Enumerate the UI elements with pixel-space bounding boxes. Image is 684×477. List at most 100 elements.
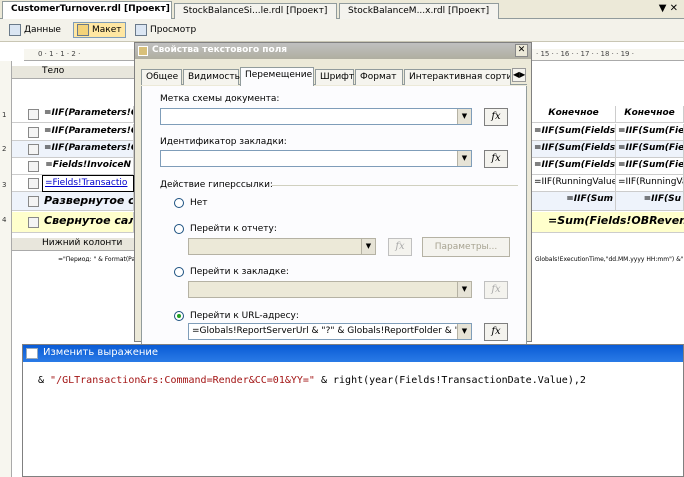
tab-stockbalance-matrix[interactable]: StockBalanceM...x.rdl [Проект] [339,3,499,19]
table-cell[interactable]: =IIF(Parameters!G [42,141,134,158]
footer-execution-time[interactable]: Globals!ExecutionTime,"dd.MM.yyyy HH:mm"… [535,256,684,263]
parameters-button[interactable]: Параметры... [422,237,510,257]
tab-scroll-icon[interactable]: ◀▶ [512,68,526,82]
tab-format[interactable]: Формат [355,69,403,85]
table-cell[interactable]: Свернутое сал [42,212,134,233]
table-cell[interactable]: =IIF(Sum(Fields! [532,141,616,158]
vruler-mark: 1 [2,111,7,119]
tab-navigation[interactable]: Перемещение [240,67,314,86]
table-cell[interactable]: =IIF(Parameters!G [42,106,134,123]
fx-icon[interactable]: fx [388,238,412,256]
dialog-close-icon[interactable]: ✕ [515,44,528,57]
vruler-mark: 3 [2,181,7,189]
row-handle-icon [28,109,39,120]
radio-jump-report[interactable] [174,224,184,234]
dialog-body: Метка схемы документа: ▼ fx Идентификато… [141,86,527,346]
radio-jump-bookmark[interactable] [174,267,184,277]
table-cell[interactable]: =IIF(RunningVal [616,175,684,192]
hyperlink-action-label: Действие гиперссылки: [160,180,277,190]
expression-window-icon [26,348,38,359]
layout-tab-button[interactable]: Макет [73,22,126,38]
expr-rest: & right(year(Fields!TransactionDate.Valu… [314,375,586,386]
vertical-ruler: 1 2 3 4 [0,61,12,477]
chevron-down-icon: ▼ [457,282,471,297]
footer-band-label: Нижний колонти [42,238,123,248]
table-cell[interactable]: =IIF(Sum [532,192,616,211]
jump-report-combo[interactable]: ▼ [188,238,376,255]
jump-url-combo[interactable]: =Globals!ReportServerUrl & "?" & Globals… [188,323,472,340]
selected-textbox[interactable]: =Fields!Transactio [42,175,134,192]
fx-icon[interactable]: fx [484,323,508,341]
tab-general[interactable]: Общее [141,69,182,85]
preview-icon [135,24,147,36]
tab-stockbalance-single[interactable]: StockBalanceSi...le.rdl [Проект] [174,3,337,19]
bookmark-id-combo[interactable]: ▼ [160,150,472,167]
row-handle-icon [28,217,39,228]
row-handle-icon [28,196,39,207]
expression-titlebar[interactable]: Изменить выражение [23,345,683,362]
data-tab-label: Данные [24,25,61,35]
layout-icon [77,24,89,36]
row-handle-icon [28,178,39,189]
table-cell[interactable]: Конечное [616,106,684,123]
row-handle-icon [28,127,39,138]
data-tab-button[interactable]: Данные [6,22,64,38]
body-band-label: Тело [42,66,65,76]
fx-icon[interactable]: fx [484,150,508,168]
table-cell[interactable]: =IIF(Parameters!C [42,124,134,141]
document-tabstrip: CustomerTurnover.rdl [Проект] StockBalan… [0,0,684,19]
tab-visibility[interactable]: Видимость [183,69,240,85]
radio-none[interactable] [174,198,184,208]
document-map-label: Метка схемы документа: [160,94,280,104]
dialog-tabs: Общее Видимость Перемещение Шрифт Формат… [141,67,527,86]
table-cell[interactable]: =IIF(Su [616,192,684,211]
radio-jump-url-label: Перейти к URL-адресу: [190,311,299,321]
expr-prefix: & [38,375,51,386]
textbox-properties-dialog: Свойства текстового поля ✕ Общее Видимос… [134,42,532,346]
table-cell[interactable]: =Sum(Fields!OBRevenue.Va [546,212,684,233]
document-map-combo[interactable]: ▼ [160,108,472,125]
jump-url-value: =Globals!ReportServerUrl & "?" & Globals… [192,326,472,336]
radio-jump-bookmark-label: Перейти к закладке: [190,267,289,277]
ruler-left-ticks: 0 · 1 · 1 · 2 · [38,50,81,58]
expr-string: "/GLTransaction&rs:Command=Render&CC=01&… [50,375,315,386]
table-cell[interactable]: =IIF(Sum(Fiel [616,141,684,158]
fx-icon[interactable]: fx [484,281,508,299]
chevron-down-icon: ▼ [457,109,471,124]
edit-expression-window: Изменить выражение & "/GLTransaction&rs:… [22,344,684,477]
row-handle-icon [28,161,39,172]
table-cell[interactable]: Конечное [532,106,616,123]
radio-jump-report-label: Перейти к отчету: [190,224,277,234]
layout-tab-label: Макет [92,25,122,35]
dialog-title: Свойства текстового поля [152,45,288,55]
table-cell[interactable]: =IIF(Sum(Fiel [616,158,684,175]
tab-customerturnover[interactable]: CustomerTurnover.rdl [Проект] [2,1,172,19]
footer-band-header[interactable]: Нижний колонти [12,238,134,251]
fx-icon[interactable]: fx [484,108,508,126]
body-band-header[interactable]: Тело [12,66,134,79]
table-cell[interactable]: =IIF(Sum(Fields! [532,158,616,175]
table-cell[interactable]: =Fields!InvoiceN [42,158,134,175]
row-handle-icon [28,144,39,155]
radio-jump-url[interactable] [174,311,184,321]
dialog-app-icon [138,46,148,56]
designer-toolbar: Данные Макет Просмотр [0,19,684,42]
tab-interactive-sort[interactable]: Интерактивная сорти [404,69,511,85]
table-cell[interactable]: Развернутое с [42,192,134,211]
table-cell[interactable]: =IIF(Sum(Fiel [616,124,684,141]
preview-tab-label: Просмотр [150,25,197,35]
footer-period-text[interactable]: ="Период: " & Format(Pa [58,256,135,263]
tab-controls[interactable]: ▼ ✕ [659,3,678,14]
preview-tab-button[interactable]: Просмотр [132,22,199,38]
table-cell[interactable]: =IIF(RunningValue( [532,175,616,192]
dialog-titlebar[interactable]: Свойства текстового поля ✕ [135,43,531,59]
group-separator [272,185,518,186]
vruler-mark: 2 [2,145,7,153]
expression-editor[interactable]: & "/GLTransaction&rs:Command=Render&CC=0… [38,375,586,386]
vruler-mark: 4 [2,216,7,224]
tab-font[interactable]: Шрифт [315,69,354,85]
ruler-right-ticks: · 15 · · 16 · · 17 · · 18 · · 19 · [536,50,634,58]
chevron-down-icon: ▼ [361,239,375,254]
jump-bookmark-combo[interactable]: ▼ [188,281,472,298]
table-cell[interactable]: =IIF(Sum(Fields [532,124,616,141]
